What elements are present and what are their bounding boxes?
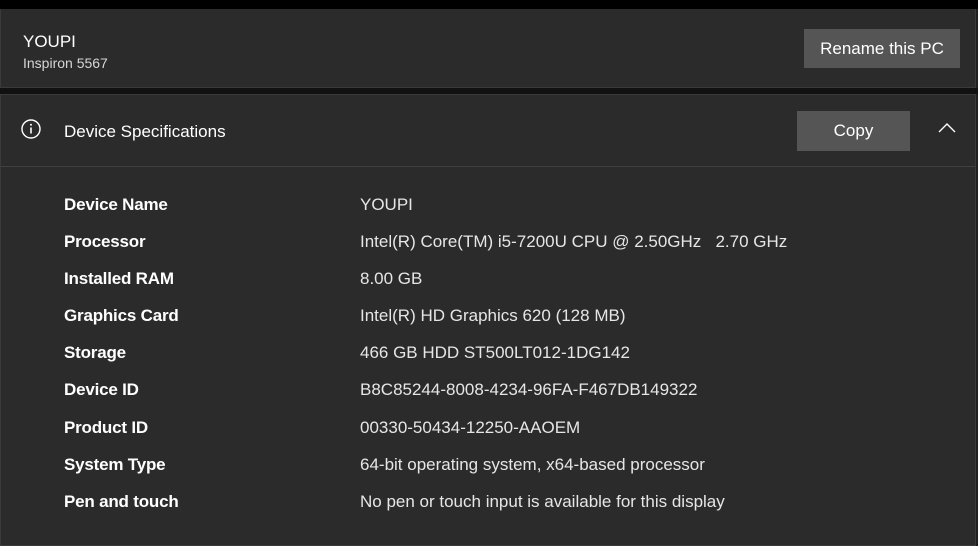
spec-label: Product ID xyxy=(64,417,148,437)
pc-name-card: YOUPI Inspiron 5567 Rename this PC xyxy=(0,9,976,88)
device-specifications-table: Device Name YOUPI Processor Intel(R) Cor… xyxy=(64,195,924,529)
info-circle-icon xyxy=(21,119,41,139)
spec-label: Storage xyxy=(64,343,126,363)
spec-row-graphics-card: Graphics Card Intel(R) HD Graphics 620 (… xyxy=(64,306,924,343)
pc-model: Inspiron 5567 xyxy=(23,55,108,71)
spec-row-product-id: Product ID 00330-50434-12250-AAOEM xyxy=(64,418,924,455)
spec-row-pen-and-touch: Pen and touch No pen or touch input is a… xyxy=(64,492,924,529)
spec-value: 64-bit operating system, x64-based proce… xyxy=(360,454,705,474)
spec-row-device-name: Device Name YOUPI xyxy=(64,195,924,232)
pc-name: YOUPI xyxy=(23,32,76,51)
spec-label: Pen and touch xyxy=(64,491,179,511)
device-specifications-header[interactable]: Device Specifications Copy xyxy=(1,95,975,167)
spec-row-device-id: Device ID B8C85244-8008-4234-96FA-F467DB… xyxy=(64,380,924,417)
chevron-up-icon[interactable] xyxy=(937,121,957,135)
spec-value: B8C85244-8008-4234-96FA-F467DB149322 xyxy=(360,380,698,400)
spec-row-processor: Processor Intel(R) Core(TM) i5-7200U CPU… xyxy=(64,232,924,269)
top-strip xyxy=(0,0,978,9)
spec-value: 00330-50434-12250-AAOEM xyxy=(360,417,581,437)
rename-pc-button[interactable]: Rename this PC xyxy=(804,29,960,68)
device-specifications-panel: Device Specifications Copy Device Name Y… xyxy=(0,94,976,546)
spec-value: 8.00 GB xyxy=(360,269,423,289)
spec-value: Intel(R) Core(TM) i5-7200U CPU @ 2.50GHz… xyxy=(360,232,788,252)
spec-label: Processor xyxy=(64,232,146,252)
spec-row-system-type: System Type 64-bit operating system, x64… xyxy=(64,455,924,492)
spec-label: Device Name xyxy=(64,195,168,214)
spec-row-installed-ram: Installed RAM 8.00 GB xyxy=(64,269,924,306)
spec-value: YOUPI xyxy=(360,195,413,214)
spec-value: Intel(R) HD Graphics 620 (128 MB) xyxy=(360,306,626,326)
spec-value: 466 GB HDD ST500LT012-1DG142 xyxy=(360,343,630,363)
spec-label: Graphics Card xyxy=(64,306,179,326)
spec-value: No pen or touch input is available for t… xyxy=(360,491,725,511)
spec-label: Device ID xyxy=(64,380,139,400)
copy-button[interactable]: Copy xyxy=(797,111,910,151)
spec-row-storage: Storage 466 GB HDD ST500LT012-1DG142 xyxy=(64,343,924,380)
spec-label: System Type xyxy=(64,454,166,474)
spec-label: Installed RAM xyxy=(64,269,174,289)
device-specifications-title: Device Specifications xyxy=(64,122,226,141)
